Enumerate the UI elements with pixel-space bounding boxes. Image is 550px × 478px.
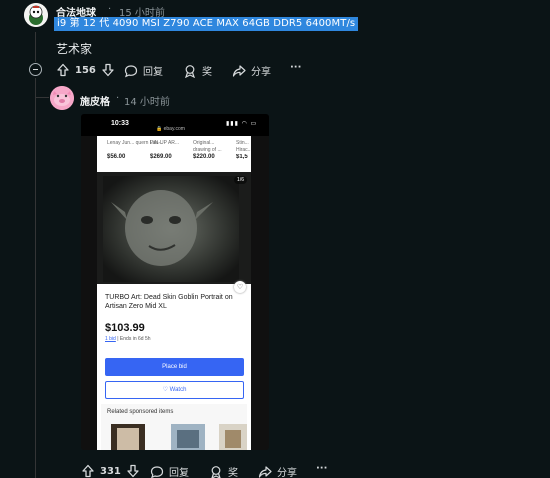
vote-group: 331	[81, 464, 140, 478]
reply-label: 回复	[169, 468, 189, 478]
share-button[interactable]: 分享	[258, 464, 297, 478]
item-title: TURBO Art: Dead Skin Goblin Portrait on …	[105, 294, 233, 310]
bid-info: 1 bid | Ends in 6d 5h	[105, 336, 151, 342]
award-button[interactable]: 奖	[209, 464, 238, 478]
share-icon	[258, 465, 272, 478]
award-label: 奖	[202, 67, 212, 78]
bids-link: 1 bid	[105, 336, 116, 342]
vote-count: 331	[100, 465, 121, 477]
user-flair: i9 第 12 代 4090 MSI Z790 ACE MAX 64GB DDR…	[54, 17, 359, 31]
strip-item-name: Stin... Hirac...	[236, 140, 251, 153]
phone-url: 🔒 ebay.com	[156, 126, 185, 132]
thread-line-branch	[35, 97, 49, 98]
place-bid-button: Place bid	[105, 358, 244, 376]
comment-bubble-icon	[124, 64, 138, 78]
collapse-button[interactable]	[29, 63, 42, 76]
separator: ·	[108, 4, 112, 15]
downvote-icon[interactable]	[101, 63, 115, 77]
share-label: 分享	[251, 67, 271, 78]
bids-ends: | Ends in 6d 5h	[117, 336, 151, 342]
thread-line	[35, 32, 36, 62]
reply-label: 回复	[143, 67, 163, 78]
upvote-icon[interactable]	[81, 464, 95, 478]
strip-item-name: PIN-UP AR...	[150, 140, 180, 146]
upvote-icon[interactable]	[56, 63, 70, 77]
related-items: Related sponsored items	[101, 404, 247, 450]
phone-status-bar: 10:33 🔒 ebay.com ▮▮▮ ◠ ▭	[81, 114, 269, 136]
award-button[interactable]: 奖	[183, 63, 212, 78]
vote-count: 156	[75, 64, 96, 76]
phone-signal-icons: ▮▮▮ ◠ ▭	[226, 121, 258, 127]
item-photo: 1/6	[97, 172, 251, 284]
photo-counter: 1/6	[234, 176, 247, 184]
comment-text: 艺术家	[56, 42, 93, 56]
more-options-button[interactable]: ···	[316, 463, 327, 474]
timestamp[interactable]: 14 小时前	[124, 93, 170, 108]
downvote-icon[interactable]	[126, 464, 140, 478]
watch-heart-icon: ♡	[234, 281, 246, 293]
share-icon	[232, 64, 246, 78]
share-label: 分享	[277, 468, 297, 478]
avatar[interactable]	[24, 3, 48, 27]
attached-screenshot[interactable]: 10:33 🔒 ebay.com ▮▮▮ ◠ ▭ Lenay Jun... qu…	[81, 114, 269, 450]
separator: ·	[116, 93, 120, 104]
reply-button[interactable]: 回复	[124, 63, 163, 78]
strip-item-price: $1,5	[236, 154, 248, 160]
related-thumb	[219, 424, 247, 450]
ebay-page: Lenay Jun... quern Lau... $56.00 PIN-UP …	[97, 136, 251, 450]
thread-line	[35, 78, 36, 478]
comment-bubble-icon	[150, 465, 164, 478]
award-icon	[209, 465, 223, 478]
more-options-button[interactable]: ···	[290, 62, 301, 73]
related-thumb	[171, 424, 205, 450]
username[interactable]: 施皮格	[80, 93, 110, 108]
reply-button[interactable]: 回复	[150, 464, 189, 478]
watch-button: ♡ Watch	[105, 381, 244, 399]
item-price: $103.99	[105, 322, 145, 334]
strip-item-price: $56.00	[107, 154, 126, 160]
award-label: 奖	[228, 468, 238, 478]
phone-time: 10:33	[111, 120, 129, 127]
strip-item-name: Original... drawing of ...	[193, 140, 222, 153]
avatar[interactable]	[50, 86, 74, 110]
award-icon	[183, 64, 197, 78]
strip-item-price: $220.00	[193, 154, 215, 160]
related-label: Related sponsored items	[107, 409, 174, 415]
related-thumb	[111, 424, 145, 450]
vote-group: 156	[56, 63, 115, 77]
strip-item-price: $269.00	[150, 154, 172, 160]
share-button[interactable]: 分享	[232, 63, 271, 78]
